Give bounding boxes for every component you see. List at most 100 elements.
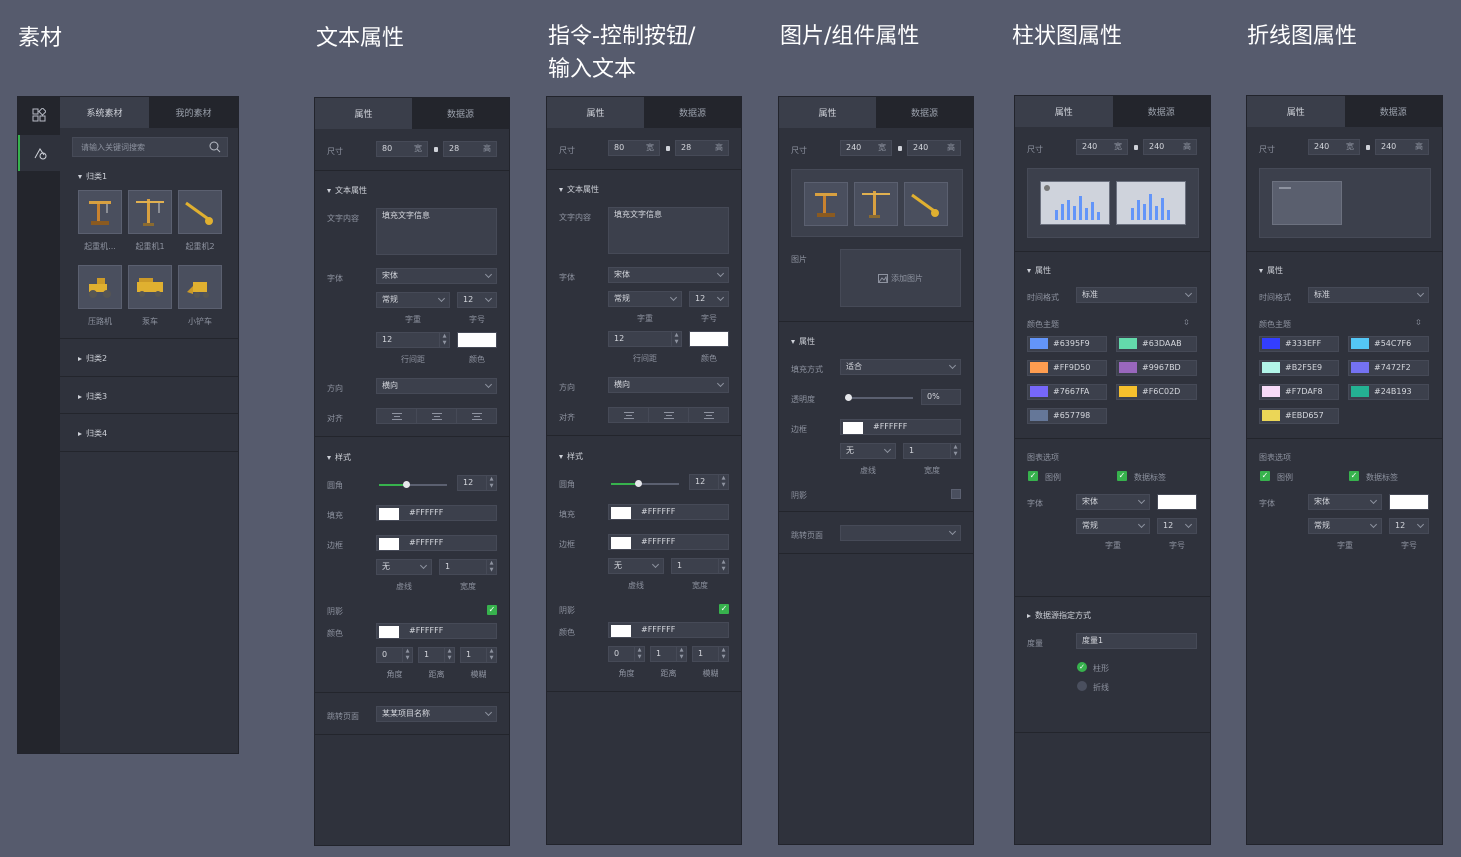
fill-color-input[interactable]: #FFFFFF	[608, 504, 729, 520]
line-radio[interactable]	[1077, 681, 1087, 691]
category-1[interactable]: 归类1	[78, 171, 107, 182]
font-select[interactable]: 宋体	[1308, 494, 1382, 510]
text-color-swatch[interactable]	[689, 331, 729, 347]
asset-item-tower-crane[interactable]	[128, 190, 172, 234]
align-left-icon[interactable]	[609, 408, 649, 422]
shadow-angle-input[interactable]: 0 ▲ ▼	[608, 646, 645, 662]
tab-system-assets[interactable]: 系统素材	[60, 97, 149, 128]
theme-color-3[interactable]: #FF9D50	[1027, 360, 1107, 376]
dash-select[interactable]: 无	[608, 558, 664, 574]
tab-props[interactable]: 属性	[1015, 96, 1113, 127]
shadow-color-input[interactable]: #FFFFFF	[376, 623, 497, 639]
asset-item-road-roller[interactable]	[78, 265, 122, 309]
shadow-checkbox[interactable]: ✓	[719, 604, 729, 614]
font-color-swatch[interactable]	[1389, 494, 1429, 510]
chart-style-2[interactable]	[1116, 181, 1186, 225]
lock-icon[interactable]	[1366, 145, 1370, 150]
weight-select[interactable]: 常规	[1076, 518, 1150, 534]
theme-color-5[interactable]: #F7DAF8	[1259, 384, 1339, 400]
height-input[interactable]: 240 高	[907, 140, 961, 156]
shadow-distance-input[interactable]: 1 ▲ ▼	[650, 646, 687, 662]
direction-select[interactable]: 横向	[608, 377, 729, 393]
shadow-blur-input[interactable]: 1 ▲ ▼	[460, 647, 497, 663]
text-props-header[interactable]: 文本属性	[327, 185, 367, 196]
lock-icon[interactable]	[1134, 145, 1138, 150]
tab-props[interactable]: 属性	[1247, 96, 1345, 127]
text-content-input[interactable]: 填充文字信息	[376, 208, 497, 255]
opacity-slider[interactable]	[845, 394, 913, 401]
preview-tower-crane[interactable]	[854, 182, 898, 226]
shapes-icon[interactable]	[18, 135, 60, 171]
font-size-select[interactable]: 12	[689, 291, 729, 307]
shadow-color-input[interactable]: #FFFFFF	[608, 622, 729, 638]
tab-datasource[interactable]: 数据源	[1345, 96, 1443, 127]
align-left-icon[interactable]	[377, 409, 417, 423]
theme-color-4[interactable]: #9967BD	[1116, 360, 1197, 376]
border-width-input[interactable]: 1 ▲ ▼	[903, 443, 961, 459]
style-header[interactable]: 样式	[327, 452, 351, 463]
data-label-checkbox[interactable]: ✓	[1349, 471, 1359, 481]
font-size-select[interactable]: 12	[1157, 518, 1197, 534]
border-color-input[interactable]: #FFFFFF	[376, 535, 497, 551]
theme-toggle-icon[interactable]: ⇳	[1415, 318, 1422, 327]
text-content-input[interactable]: 填充文字信息	[608, 207, 729, 254]
theme-toggle-icon[interactable]: ⇳	[1183, 318, 1190, 327]
theme-color-6[interactable]: #24B193	[1348, 384, 1429, 400]
font-select[interactable]: 宋体	[1076, 494, 1150, 510]
datasource-mode-header[interactable]: 数据源指定方式	[1027, 610, 1091, 621]
align-center-icon[interactable]	[417, 409, 457, 423]
preview-crane-arm[interactable]	[904, 182, 948, 226]
asset-item-pump-truck[interactable]	[128, 265, 172, 309]
category-4[interactable]: 归类4	[78, 428, 107, 439]
border-color-input[interactable]: #FFFFFF	[608, 534, 729, 550]
line-height-input[interactable]: 12 ▲ ▼	[376, 332, 450, 348]
height-input[interactable]: 28 高	[443, 141, 497, 157]
asset-item-crane-2[interactable]	[178, 190, 222, 234]
width-input[interactable]: 240 宽	[840, 140, 892, 156]
bar-radio[interactable]: ✓	[1077, 662, 1087, 672]
tab-props[interactable]: 属性	[547, 97, 644, 128]
theme-color-2[interactable]: #54C7F6	[1348, 336, 1429, 352]
lock-icon[interactable]	[666, 146, 670, 151]
props-header[interactable]: 属性	[791, 336, 815, 347]
search-icon[interactable]	[209, 141, 221, 153]
fill-mode-select[interactable]: 适合	[840, 359, 961, 375]
radius-input[interactable]: 12 ▲ ▼	[457, 475, 497, 491]
tab-datasource[interactable]: 数据源	[644, 97, 741, 128]
shadow-checkbox[interactable]: ✓	[487, 605, 497, 615]
theme-color-3[interactable]: #B2F5E9	[1259, 360, 1339, 376]
asset-item-crane[interactable]	[78, 190, 122, 234]
align-right-icon[interactable]	[457, 409, 496, 423]
fill-color-input[interactable]: #FFFFFF	[376, 505, 497, 521]
tab-my-assets[interactable]: 我的素材	[149, 97, 238, 128]
direction-select[interactable]: 横向	[376, 378, 497, 394]
font-select[interactable]: 宋体	[376, 268, 497, 284]
lock-icon[interactable]	[898, 146, 902, 151]
font-size-select[interactable]: 12	[457, 292, 497, 308]
line-height-input[interactable]: 12 ▲ ▼	[608, 331, 682, 347]
style-header[interactable]: 样式	[559, 451, 583, 462]
weight-select[interactable]: 常规	[608, 291, 682, 307]
weight-select[interactable]: 常规	[376, 292, 450, 308]
dash-select[interactable]: 无	[840, 443, 896, 459]
time-format-select[interactable]: 标准	[1076, 287, 1197, 303]
time-format-select[interactable]: 标准	[1308, 287, 1429, 303]
legend-checkbox[interactable]: ✓	[1028, 471, 1038, 481]
width-input[interactable]: 240 宽	[1308, 139, 1360, 155]
border-width-input[interactable]: 1 ▲ ▼	[671, 558, 729, 574]
opacity-input[interactable]: 0%	[921, 389, 961, 405]
lock-icon[interactable]	[434, 147, 438, 152]
height-input[interactable]: 240 高	[1143, 139, 1197, 155]
category-3[interactable]: 归类3	[78, 391, 107, 402]
border-color-input[interactable]: #FFFFFF	[840, 419, 961, 435]
text-props-header[interactable]: 文本属性	[559, 184, 599, 195]
shadow-checkbox[interactable]	[951, 489, 961, 499]
add-image-button[interactable]: 添加图片	[840, 249, 961, 307]
width-input[interactable]: 80 宽	[608, 140, 660, 156]
height-input[interactable]: 240 高	[1375, 139, 1429, 155]
theme-color-6[interactable]: #F6C02D	[1116, 384, 1197, 400]
radius-slider[interactable]	[379, 481, 447, 488]
tab-datasource[interactable]: 数据源	[412, 98, 509, 129]
font-size-select[interactable]: 12	[1389, 518, 1429, 534]
theme-color-1[interactable]: #6395F9	[1027, 336, 1107, 352]
